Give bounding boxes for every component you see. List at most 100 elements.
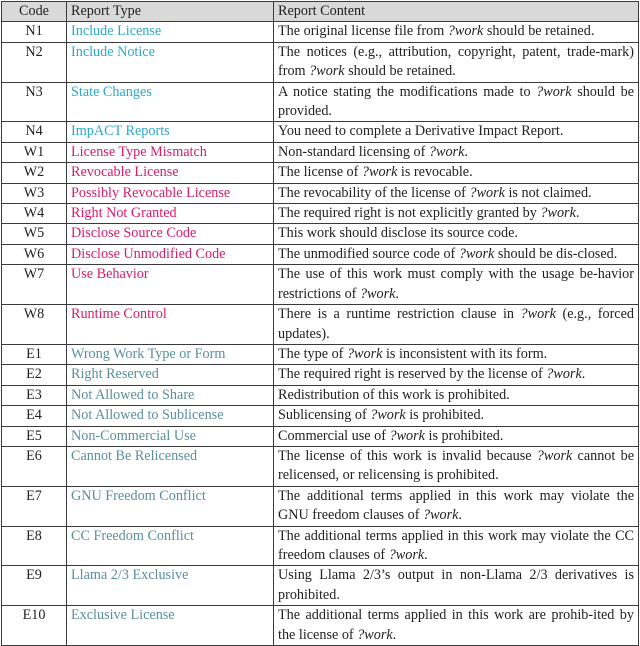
work-placeholder: ?work [469, 184, 505, 201]
row-report-type: CC Freedom Conflict [66, 525, 274, 567]
row-code: W1 [1, 141, 67, 164]
row-report-content: The required right is not explicitly gra… [273, 203, 639, 225]
work-placeholder: ?work [389, 427, 425, 444]
row-report-content: A notice stating the modifications made … [273, 81, 639, 123]
work-placeholder: ?work [536, 447, 573, 464]
row-report-content: The additional terms applied in this wor… [273, 605, 639, 646]
table-row: W3 Possibly Revocable License The revocabi… [1, 182, 639, 205]
table-body: N1 Include License The original license fi… [1, 21, 639, 646]
row-report-content: The type of ?work is inconsistent with i… [273, 343, 639, 366]
table-row: E5 Non-Commercial Use Commercial use of ?w… [1, 425, 639, 447]
row-report-type: Disclose Unmodified Code [66, 243, 274, 266]
table-row: W8 Runtime Control There is a runtime rest… [1, 304, 639, 345]
row-report-content: The license of this work is invalid beca… [273, 445, 639, 487]
row-report-content: The license of ?work is revocable. [273, 162, 639, 184]
row-report-type: ImpACT Reports [66, 121, 274, 143]
table-row: N3 State Changes A notice stating the modi… [1, 81, 639, 123]
row-report-type: Runtime Control [66, 304, 274, 345]
row-code: E4 [1, 405, 67, 427]
header-code: Code [1, 0, 67, 23]
row-report-type: Disclose Source Code [66, 223, 274, 245]
header-report-content: Report Content [273, 0, 639, 23]
row-report-type: License Type Mismatch [66, 141, 274, 164]
row-report-type: Use Behavior [66, 264, 274, 306]
table-row: E6 Cannot Be Relicensed The license of thi… [1, 445, 639, 487]
row-code: E1 [1, 343, 67, 366]
row-report-type: State Changes [66, 81, 274, 123]
work-placeholder: ?work [361, 164, 398, 181]
table-row: E7 GNU Freedom Conflict The additional ter… [1, 485, 639, 527]
work-placeholder: ?work [346, 345, 383, 362]
row-report-type: Exclusive License [66, 605, 274, 646]
work-placeholder: ?work [546, 366, 582, 383]
row-code: W3 [1, 182, 67, 205]
row-report-content: The additional terms applied in this wor… [273, 485, 639, 527]
table-row: W4 Right Not Granted The required right is… [1, 203, 639, 225]
table-row: N4 ImpACT Reports You need to complete a D… [1, 121, 639, 143]
row-report-type: Include License [66, 21, 274, 43]
row-report-content: Non-standard licensing of ?work. [273, 141, 639, 164]
row-report-content: There is a runtime restriction clause in… [273, 304, 639, 345]
row-report-content: Sublicensing of ?work is prohibited. [273, 405, 639, 427]
row-report-type: Revocable License [66, 162, 274, 184]
table-row: W1 License Type Mismatch Non-standard lice… [1, 141, 639, 164]
table-row: W2 Revocable License The license of ?work … [1, 162, 639, 184]
work-placeholder: ?work [359, 285, 396, 302]
table-row: E9 Llama 2/3 Exclusive Using Llama 2/3’s o… [1, 565, 639, 607]
work-placeholder: ?work [357, 626, 393, 643]
table-row: W7 Use Behavior The use of this work must … [1, 264, 639, 306]
work-placeholder: ?work [422, 507, 459, 524]
row-code: W5 [1, 223, 67, 245]
table-row: E10 Exclusive License The additional terms… [1, 605, 639, 646]
row-report-type: Cannot Be Relicensed [66, 445, 274, 487]
work-placeholder: ?work [309, 63, 345, 80]
row-report-content: Redistribution of this work is prohibite… [273, 384, 639, 407]
row-report-content: The notices (e.g., attribution, copyrigh… [273, 41, 639, 83]
row-code: E3 [1, 384, 67, 407]
table-row: E8 CC Freedom Conflict The additional term… [1, 525, 639, 567]
row-code: W7 [1, 264, 67, 306]
row-code: E5 [1, 425, 67, 447]
row-report-content: The revocability of the license of ?work… [273, 182, 639, 205]
row-code: E6 [1, 445, 67, 487]
table-row: W5 Disclose Source Code This work should d… [1, 223, 639, 245]
header-report-type: Report Type [66, 0, 274, 23]
work-placeholder: ?work [520, 306, 556, 323]
row-report-type: Not Allowed to Share [66, 384, 274, 407]
row-report-content: The additional terms applied in this wor… [273, 525, 639, 567]
table-row: W6 Disclose Unmodified Code The unmodified… [1, 243, 639, 266]
row-report-content: The original license file from ?work sho… [273, 21, 639, 43]
row-code: W6 [1, 243, 67, 266]
row-report-type: Right Not Granted [66, 203, 274, 225]
table-row: E2 Right Reserved The required right is re… [1, 364, 639, 386]
row-code: E2 [1, 364, 67, 386]
row-code: N3 [1, 81, 67, 123]
row-code: E8 [1, 525, 67, 567]
row-report-content: Using Llama 2/3’s output in non-Llama 2/… [273, 565, 639, 607]
report-table: Code Report Type Report Content N1 Includ… [1, 0, 639, 646]
row-report-content: You need to complete a Derivative Impact… [273, 121, 639, 143]
row-report-type: Right Reserved [66, 364, 274, 386]
row-code: W4 [1, 203, 67, 225]
work-placeholder: ?work [540, 205, 576, 222]
row-report-type: Not Allowed to Sublicense [66, 405, 274, 427]
table-row: E3 Not Allowed to Share Redistribution of … [1, 384, 639, 407]
row-code: W8 [1, 304, 67, 345]
row-report-content: The unmodified source code of ?work shou… [273, 243, 639, 266]
work-placeholder: ?work [370, 407, 406, 424]
row-report-type: Non-Commercial Use [66, 425, 274, 447]
row-report-content: The required right is reserved by the li… [273, 364, 639, 386]
work-placeholder: ?work [447, 23, 484, 40]
row-report-type: Llama 2/3 Exclusive [66, 565, 274, 607]
row-report-content: This work should disclose its source cod… [273, 223, 639, 245]
row-report-content: The use of this work must comply with th… [273, 264, 639, 306]
row-code: N1 [1, 21, 67, 43]
row-code: E7 [1, 485, 67, 527]
row-code: N2 [1, 41, 67, 83]
work-placeholder: ?work [428, 143, 465, 160]
row-code: E9 [1, 565, 67, 607]
table-row: E4 Not Allowed to Sublicense Sublicensing … [1, 405, 639, 427]
table-row: N2 Include Notice The notices (e.g., attri… [1, 41, 639, 83]
work-placeholder: ?work [458, 245, 495, 262]
table-row: N1 Include License The original license fi… [1, 21, 639, 43]
